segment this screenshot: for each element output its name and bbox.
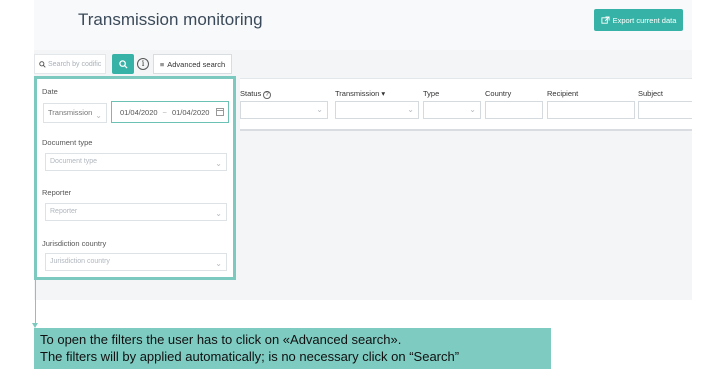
jurisdiction-country-label: Jurisdiction country [42, 239, 107, 248]
chevron-down-icon: ⌄ [215, 209, 222, 218]
type-filter-select[interactable]: ⌄ [423, 101, 481, 119]
column-header-status[interactable]: Status ? [240, 89, 271, 99]
instruction-callout: To open the filters the user has to clic… [34, 328, 551, 369]
instruction-line-2: The filters will by applied automaticall… [40, 349, 460, 364]
recipient-filter-input[interactable] [547, 101, 635, 119]
reporter-label: Reporter [42, 188, 72, 197]
date-mode-value: Transmission [48, 108, 93, 117]
chevron-down-icon: ⌄ [215, 159, 222, 168]
sort-caret-icon: ▾ [381, 89, 386, 98]
date-to: 01/04/2020 [171, 107, 210, 117]
info-icon[interactable]: i [137, 58, 149, 70]
date-range-picker[interactable]: 01/04/2020 ~ 01/04/2020 [111, 101, 229, 123]
column-header-transmission-label: Transmission [335, 89, 380, 98]
date-filter-label: Date [42, 87, 58, 96]
date-mode-select[interactable]: Transmission ⌄ [43, 103, 107, 123]
calendar-icon [216, 108, 225, 116]
chevron-down-icon: ⌄ [407, 105, 414, 114]
jurisdiction-country-placeholder: Jurisdiction country [50, 258, 110, 265]
page-header: Transmission monitoring Export current d… [34, 0, 692, 50]
export-button-label: Export current data [612, 15, 677, 25]
chevron-down-icon: ⌄ [95, 111, 102, 120]
external-link-icon [601, 15, 610, 24]
search-input[interactable]: Search by codific [34, 54, 106, 74]
transmission-filter-select[interactable]: ⌄ [335, 101, 419, 119]
help-icon: ? [263, 91, 271, 99]
reporter-placeholder: Reporter [50, 208, 78, 215]
search-icon [39, 60, 46, 68]
advanced-search-label: Advanced search [167, 59, 226, 69]
subject-filter-input[interactable] [638, 101, 692, 119]
chevron-down-icon: ⌄ [316, 105, 323, 114]
export-current-data-button[interactable]: Export current data [594, 9, 683, 31]
document-type-select[interactable]: Document type ⌄ [45, 153, 227, 171]
column-header-recipient[interactable]: Recipient [547, 89, 578, 98]
search-button[interactable] [112, 54, 134, 74]
page-title: Transmission monitoring [78, 10, 263, 29]
table-divider [240, 129, 692, 131]
column-header-subject[interactable]: Subject [638, 89, 663, 98]
advanced-search-button[interactable]: ≡ Advanced search [153, 54, 232, 74]
column-header-type[interactable]: Type [423, 89, 439, 98]
chevron-down-icon: ⌄ [469, 105, 476, 114]
column-header-transmission[interactable]: Transmission ▾ [335, 89, 385, 98]
advanced-filter-panel: Date Transmission ⌄ 01/04/2020 ~ 01/04/2… [34, 76, 236, 280]
document-type-placeholder: Document type [50, 158, 98, 165]
jurisdiction-country-select[interactable]: Jurisdiction country ⌄ [45, 253, 227, 271]
status-filter-select[interactable]: ⌄ [240, 101, 328, 119]
country-filter-input[interactable] [485, 101, 543, 119]
callout-pointer-line [35, 280, 36, 326]
document-type-label: Document type [42, 138, 93, 147]
column-filter-row: Status ? ⌄ Transmission ▾ ⌄ Type ⌄ Count… [240, 78, 692, 131]
list-icon: ≡ [159, 59, 165, 69]
search-placeholder: Search by codific [48, 60, 102, 68]
date-from: 01/04/2020 [120, 107, 158, 117]
instruction-line-1: To open the filters the user has to clic… [40, 332, 402, 347]
chevron-down-icon: ⌄ [215, 259, 222, 268]
date-separator: ~ [162, 107, 167, 117]
reporter-select[interactable]: Reporter ⌄ [45, 203, 227, 221]
column-header-country[interactable]: Country [485, 89, 511, 98]
magnifier-icon [118, 59, 128, 69]
column-header-status-label: Status [240, 89, 262, 98]
